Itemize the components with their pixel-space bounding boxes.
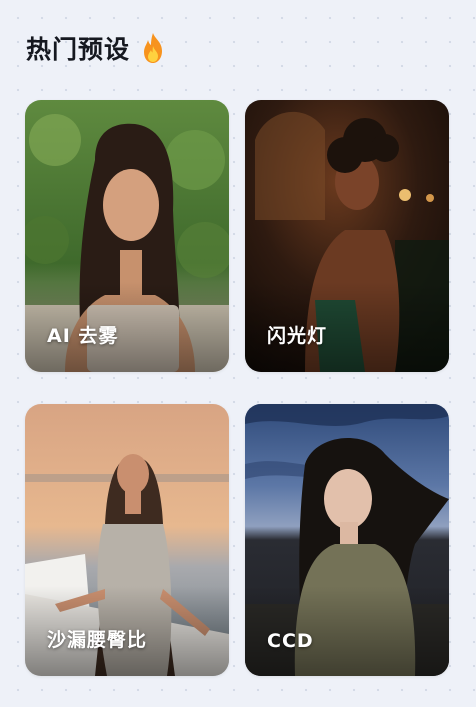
preset-label: CCD (267, 630, 314, 652)
preset-card-hourglass-ratio[interactable]: 沙漏腰臀比 (25, 404, 229, 676)
preset-label: AI 去雾 (47, 325, 119, 347)
preset-card-flash[interactable]: 闪光灯 (245, 100, 449, 372)
preset-label: 沙漏腰臀比 (47, 629, 148, 651)
preset-card-ccd[interactable]: CCD (245, 404, 449, 676)
fire-icon (140, 32, 166, 64)
preset-label: 闪光灯 (267, 325, 328, 347)
hot-presets-section: 热门预设 AI 去雾 闪光灯 沙漏腰臀比 CCD (0, 0, 476, 707)
preset-card-ai-dehaze[interactable]: AI 去雾 (25, 100, 229, 372)
section-header: 热门预设 (26, 28, 166, 68)
section-title: 热门预设 (26, 35, 131, 64)
